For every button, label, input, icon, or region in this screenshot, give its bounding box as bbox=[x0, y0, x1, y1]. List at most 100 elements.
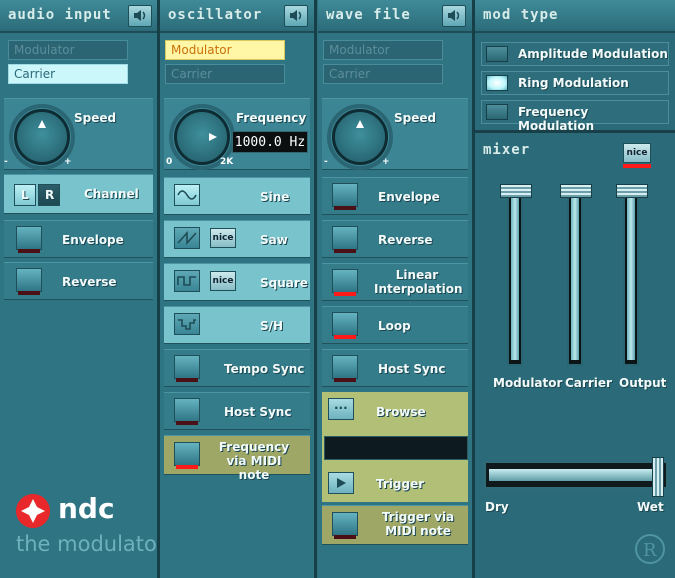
wave-file-speed-knob[interactable] bbox=[327, 104, 393, 170]
knob-pointer-icon bbox=[209, 133, 217, 141]
oscillator-frequency-label: Frequency bbox=[236, 111, 307, 125]
linear-interp-row: Linear Interpolation bbox=[322, 263, 468, 301]
sine-wave-button[interactable] bbox=[174, 184, 200, 206]
browse-button[interactable]: ··· bbox=[328, 398, 354, 420]
sample-hold-button[interactable] bbox=[174, 313, 200, 335]
square-nice-button[interactable]: nice bbox=[210, 271, 236, 291]
audio-input-speed-knob[interactable] bbox=[9, 104, 75, 170]
modulator-fader[interactable] bbox=[500, 184, 532, 366]
channel-left-button[interactable]: L bbox=[14, 184, 36, 206]
freq-midi-toggle[interactable] bbox=[174, 442, 200, 469]
ring-radio[interactable] bbox=[486, 75, 508, 91]
oscillator-panel: oscillator Modulator Carrier 0 2K Freque… bbox=[160, 0, 314, 578]
audio-input-speed-label: Speed bbox=[74, 111, 117, 125]
audio-input-envelope-label: Envelope bbox=[62, 233, 124, 247]
trigger-midi-row: Trigger via MIDI note bbox=[322, 505, 468, 545]
audio-input-speed-row: - + Speed bbox=[4, 98, 153, 170]
wave-file-speed-label: Speed bbox=[394, 111, 437, 125]
saw-wave-button[interactable] bbox=[174, 227, 200, 249]
oscillator-slot-carrier[interactable]: Carrier bbox=[165, 64, 285, 84]
speaker-icon bbox=[448, 10, 460, 21]
mixer-title: mixer bbox=[483, 142, 531, 158]
oscillator-header: oscillator bbox=[160, 0, 314, 33]
knob-pointer-icon bbox=[38, 120, 46, 128]
mod-option-frequency[interactable]: Frequency Modulation bbox=[481, 100, 669, 133]
trigger-midi-toggle[interactable] bbox=[332, 512, 358, 539]
browse-label: Browse bbox=[376, 405, 426, 419]
svg-text:R: R bbox=[643, 540, 657, 561]
channel-label: Channel bbox=[84, 187, 139, 201]
trigger-button[interactable] bbox=[328, 472, 354, 494]
amplitude-radio[interactable] bbox=[486, 46, 508, 62]
speed-min-label: - bbox=[4, 157, 8, 167]
square-wave-icon bbox=[177, 276, 196, 286]
trigger-label: Trigger bbox=[376, 477, 425, 491]
dry-wet-slider[interactable] bbox=[484, 457, 668, 497]
wf-envelope-row: Envelope bbox=[322, 177, 468, 215]
speaker-icon bbox=[134, 10, 146, 21]
wave-file-speaker-button[interactable] bbox=[442, 5, 466, 27]
output-fader[interactable] bbox=[616, 184, 648, 366]
modulator-fader-label: Modulator bbox=[493, 376, 563, 390]
saw-nice-button[interactable]: nice bbox=[210, 228, 236, 248]
audio-input-speaker-button[interactable] bbox=[128, 5, 152, 27]
audio-input-reverse-toggle[interactable] bbox=[16, 268, 42, 295]
loop-toggle[interactable] bbox=[332, 312, 358, 339]
channel-right-button[interactable]: R bbox=[38, 184, 60, 206]
wet-label: Wet bbox=[637, 500, 664, 514]
mixer-nice-led bbox=[623, 164, 651, 168]
oscillator-title: oscillator bbox=[168, 7, 263, 23]
audio-input-envelope-toggle[interactable] bbox=[16, 226, 42, 253]
tempo-sync-toggle[interactable] bbox=[174, 355, 200, 382]
r-logo-icon: R bbox=[635, 534, 665, 564]
square-label: Square bbox=[260, 276, 308, 290]
mod-type-title: mod type bbox=[483, 7, 559, 23]
carrier-fader[interactable] bbox=[560, 184, 592, 366]
wave-file-panel: wave file Modulator Carrier - + Speed En… bbox=[318, 0, 472, 578]
freq-midi-row: Frequency via MIDI note bbox=[164, 435, 310, 482]
linear-interp-label: Linear Interpolation bbox=[374, 268, 463, 296]
speaker-icon bbox=[290, 10, 302, 21]
wave-row-square: nice Square bbox=[164, 263, 310, 301]
wf-host-sync-label: Host Sync bbox=[378, 362, 446, 376]
wf-reverse-label: Reverse bbox=[378, 233, 433, 247]
osc-host-sync-label: Host Sync bbox=[224, 405, 292, 419]
mod-option-amplitude[interactable]: Amplitude Modulation bbox=[481, 42, 669, 66]
osc-host-sync-toggle[interactable] bbox=[174, 398, 200, 425]
mod-option-ring[interactable]: Ring Modulation bbox=[481, 71, 669, 95]
wf-envelope-label: Envelope bbox=[378, 190, 440, 204]
wave-row-sample-hold: S/H bbox=[164, 306, 310, 344]
audio-input-reverse-row: Reverse bbox=[4, 262, 153, 300]
frequency-readout[interactable]: 1000.0 Hz bbox=[232, 131, 308, 153]
channel-right-label: R bbox=[45, 188, 55, 202]
wave-file-slot-carrier[interactable]: Carrier bbox=[323, 64, 443, 84]
mod-type-panel: mod type Amplitude Modulation Ring Modul… bbox=[475, 0, 675, 578]
wave-file-speed-row: - + Speed bbox=[322, 98, 468, 170]
wf-host-sync-row: Host Sync bbox=[322, 349, 468, 387]
square-wave-button[interactable] bbox=[174, 270, 200, 292]
audio-input-reverse-label: Reverse bbox=[62, 275, 117, 289]
output-fader-label: Output bbox=[619, 376, 667, 390]
loop-row: Loop bbox=[322, 306, 468, 344]
wave-file-header: wave file bbox=[318, 0, 472, 33]
wf-reverse-toggle[interactable] bbox=[332, 226, 358, 253]
audio-input-channel-row: L R Channel bbox=[4, 174, 153, 214]
sine-label: Sine bbox=[260, 190, 290, 204]
wf-host-sync-toggle[interactable] bbox=[332, 355, 358, 382]
frequency-mod-radio[interactable] bbox=[486, 104, 508, 120]
audio-input-slot-carrier[interactable]: Carrier bbox=[8, 64, 128, 84]
mixer-nice-button[interactable]: nice bbox=[623, 143, 651, 163]
saw-wave-icon bbox=[177, 230, 197, 246]
mod-type-header: mod type bbox=[475, 0, 675, 33]
wf-envelope-toggle[interactable] bbox=[332, 183, 358, 210]
linear-interp-toggle[interactable] bbox=[332, 269, 358, 296]
speed-max-label: + bbox=[64, 157, 72, 167]
oscillator-slot-modulator[interactable]: Modulator bbox=[165, 40, 285, 60]
oscillator-speaker-button[interactable] bbox=[284, 5, 308, 27]
frequency-min-label: 0 bbox=[166, 157, 173, 167]
wave-file-slot-modulator[interactable]: Modulator bbox=[323, 40, 443, 60]
ring-label: Ring Modulation bbox=[518, 76, 629, 90]
audio-input-slot-modulator[interactable]: Modulator bbox=[8, 40, 128, 60]
osc-host-sync-row: Host Sync bbox=[164, 392, 310, 430]
wf-speed-max-label: + bbox=[382, 157, 390, 167]
